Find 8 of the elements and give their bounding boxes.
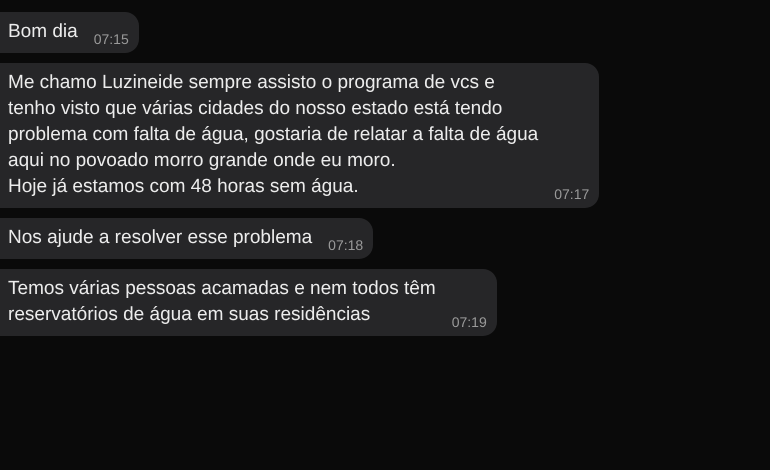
message-text: Temos várias pessoas acamadas e nem todos têm reservatórios de água em suas residências [8,277,436,327]
message-text: Nos ajude a resolver esse problema [8,226,312,250]
message-text: Bom dia [8,20,78,44]
message-time: 07:18 [328,237,364,253]
message-text: Me chamo Luzineide sempre assisto o programa de vcs e tenho visto que várias cidades do nosso estado está tendo problema com falta de água, gostaria de relatar a falta de água aqui no povoado morro grande onde eu moro. Hoje já estamos com 48 horas sem água. [8,71,538,199]
message-time: 07:19 [452,314,487,330]
message-time: 07:17 [554,186,590,202]
message-time: 07:15 [94,31,129,47]
